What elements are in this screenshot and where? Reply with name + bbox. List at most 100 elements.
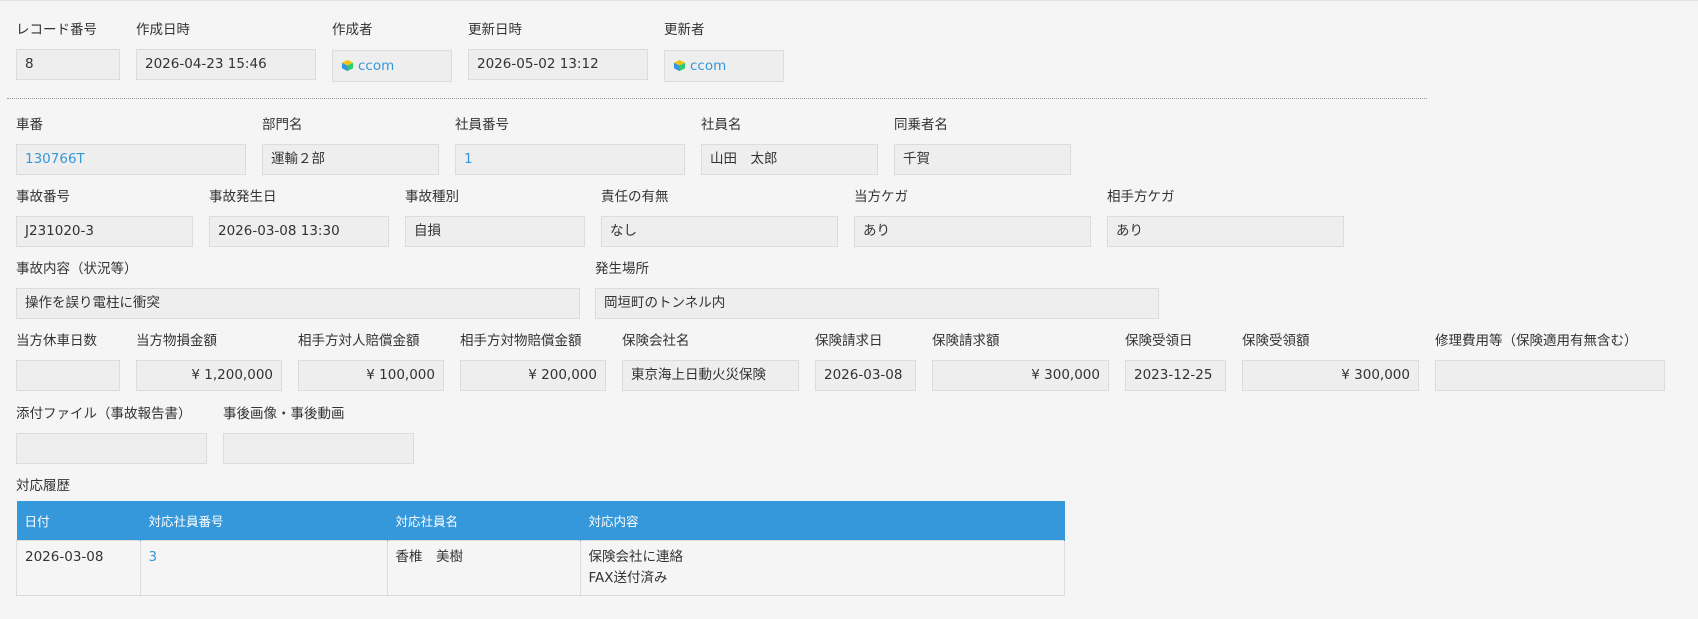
- attachment-value[interactable]: [16, 433, 207, 464]
- accident-no-value: J231020-3: [16, 216, 193, 247]
- liability-value: なし: [601, 216, 838, 247]
- accident-type-field: 事故種別 自損: [405, 188, 585, 247]
- place-field: 発生場所 岡垣町のトンネル内: [595, 260, 1159, 319]
- place-label: 発生場所: [595, 261, 649, 277]
- updated-at-value: 2026-05-02 13:12: [468, 49, 648, 80]
- car-no-field: 車番 130766T: [16, 116, 246, 175]
- creator-field: 作成者 ccom: [332, 21, 452, 82]
- insurer-field: 保険会社名 東京海上日動火災保険: [622, 332, 799, 391]
- claim-amount-field: 保険請求額 ¥ 300,000: [932, 332, 1109, 391]
- occurred-at-label: 事故発生日: [209, 189, 277, 205]
- emp-name-label: 社員名: [701, 117, 742, 133]
- receipt-amount-label: 保険受領額: [1242, 333, 1310, 349]
- own-injury-label: 当方ケガ: [854, 189, 908, 205]
- header-divider: [7, 98, 1427, 99]
- history-col-emp-name: 対応社員名: [387, 501, 581, 541]
- history-section: 対応履歴: [16, 477, 70, 495]
- repair-cost-value: [1435, 360, 1665, 391]
- creator-name[interactable]: ccom: [358, 58, 394, 74]
- other-injury-field: 相手方ケガ あり: [1107, 188, 1344, 247]
- passenger-value: 千賀: [894, 144, 1071, 175]
- car-no-link[interactable]: 130766T: [16, 144, 246, 175]
- receipt-date-value: 2023-12-25: [1125, 360, 1226, 391]
- place-value: 岡垣町のトンネル内: [595, 288, 1159, 319]
- other-injury-label: 相手方ケガ: [1107, 189, 1175, 205]
- emp-name-field: 社員名 山田 太郎: [701, 116, 878, 175]
- history-table: 日付 対応社員番号 対応社員名 対応内容 2026-03-08 3 香椎 美樹 …: [16, 501, 1065, 596]
- other-property-field: 相手方対物賠償金額 ¥ 200,000: [460, 332, 606, 391]
- liability-field: 責任の有無 なし: [601, 188, 838, 247]
- history-col-date: 日付: [16, 501, 141, 541]
- created-at-label: 作成日時: [136, 22, 190, 38]
- dept-value: 運輸２部: [262, 144, 439, 175]
- claim-amount-value: ¥ 300,000: [932, 360, 1109, 391]
- content-value: 操作を誤り電柱に衝突: [16, 288, 580, 319]
- media-value[interactable]: [223, 433, 414, 464]
- emp-no-link[interactable]: 1: [455, 144, 685, 175]
- creator-value[interactable]: ccom: [332, 50, 452, 82]
- claim-date-value: 2026-03-08: [815, 360, 916, 391]
- history-cell-emp-name: 香椎 美樹: [386, 540, 581, 596]
- updater-field: 更新者 ccom: [664, 21, 784, 82]
- receipt-date-label: 保険受領日: [1125, 333, 1193, 349]
- content-field: 事故内容（状況等） 操作を誤り電柱に衝突: [16, 260, 580, 319]
- user-cube-icon: [341, 59, 354, 72]
- accident-type-label: 事故種別: [405, 189, 459, 205]
- passenger-label: 同乗者名: [894, 117, 948, 133]
- updated-at-field: 更新日時 2026-05-02 13:12: [468, 21, 648, 80]
- car-no-label: 車番: [16, 117, 43, 133]
- history-content-line1: 保険会社に連絡: [588, 549, 684, 565]
- emp-name-value: 山田 太郎: [701, 144, 878, 175]
- history-content-line2: FAX送付済み: [588, 570, 668, 586]
- history-header-row: 日付 対応社員番号 対応社員名 対応内容: [16, 501, 1065, 541]
- updated-at-label: 更新日時: [468, 22, 522, 38]
- history-label: 対応履歴: [16, 478, 70, 494]
- accident-type-value: 自損: [405, 216, 585, 247]
- occurred-at-value: 2026-03-08 13:30: [209, 216, 389, 247]
- history-col-emp-no: 対応社員番号: [140, 501, 388, 541]
- repair-cost-label: 修理費用等（保険適用有無含む）: [1435, 333, 1638, 349]
- days-off-field: 当方休車日数: [16, 332, 120, 391]
- own-damage-label: 当方物損金額: [136, 333, 217, 349]
- other-property-label: 相手方対物賠償金額: [460, 333, 582, 349]
- updater-value[interactable]: ccom: [664, 50, 784, 82]
- emp-no-field: 社員番号 1: [455, 116, 685, 175]
- other-property-value: ¥ 200,000: [460, 360, 606, 391]
- dept-field: 部門名 運輸２部: [262, 116, 439, 175]
- attachment-label: 添付ファイル（事故報告書）: [16, 406, 192, 422]
- other-injury-value: あり: [1107, 216, 1344, 247]
- table-row: 2026-03-08 3 香椎 美樹 保険会社に連絡 FAX送付済み: [16, 540, 1065, 596]
- record-no-field: レコード番号 8: [16, 21, 120, 80]
- other-personal-label: 相手方対人賠償金額: [298, 333, 420, 349]
- claim-date-label: 保険請求日: [815, 333, 883, 349]
- user-cube-icon: [673, 59, 686, 72]
- updater-label: 更新者: [664, 22, 705, 38]
- receipt-amount-field: 保険受領額 ¥ 300,000: [1242, 332, 1419, 391]
- own-damage-field: 当方物損金額 ¥ 1,200,000: [136, 332, 282, 391]
- history-col-content: 対応内容: [580, 501, 1065, 541]
- accident-no-label: 事故番号: [16, 189, 70, 205]
- updater-name[interactable]: ccom: [690, 58, 726, 74]
- record-no-label: レコード番号: [16, 22, 97, 38]
- claim-date-field: 保険請求日 2026-03-08: [815, 332, 916, 391]
- own-injury-value: あり: [854, 216, 1091, 247]
- insurer-label: 保険会社名: [622, 333, 690, 349]
- receipt-date-field: 保険受領日 2023-12-25: [1125, 332, 1226, 391]
- history-cell-content: 保険会社に連絡 FAX送付済み: [579, 540, 1065, 596]
- emp-no-label: 社員番号: [455, 117, 509, 133]
- history-cell-emp-no[interactable]: 3: [139, 540, 388, 596]
- occurred-at-field: 事故発生日 2026-03-08 13:30: [209, 188, 389, 247]
- claim-amount-label: 保険請求額: [932, 333, 1000, 349]
- history-cell-date: 2026-03-08: [16, 540, 141, 596]
- record-no-value: 8: [16, 49, 120, 80]
- repair-cost-field: 修理費用等（保険適用有無含む）: [1435, 332, 1665, 391]
- created-at-field: 作成日時 2026-04-23 15:46: [136, 21, 316, 80]
- content-label: 事故内容（状況等）: [16, 261, 138, 277]
- other-personal-field: 相手方対人賠償金額 ¥ 100,000: [298, 332, 444, 391]
- own-injury-field: 当方ケガ あり: [854, 188, 1091, 247]
- media-label: 事後画像・事後動画: [223, 406, 345, 422]
- other-personal-value: ¥ 100,000: [298, 360, 444, 391]
- liability-label: 責任の有無: [601, 189, 669, 205]
- own-damage-value: ¥ 1,200,000: [136, 360, 282, 391]
- days-off-value: [16, 360, 120, 391]
